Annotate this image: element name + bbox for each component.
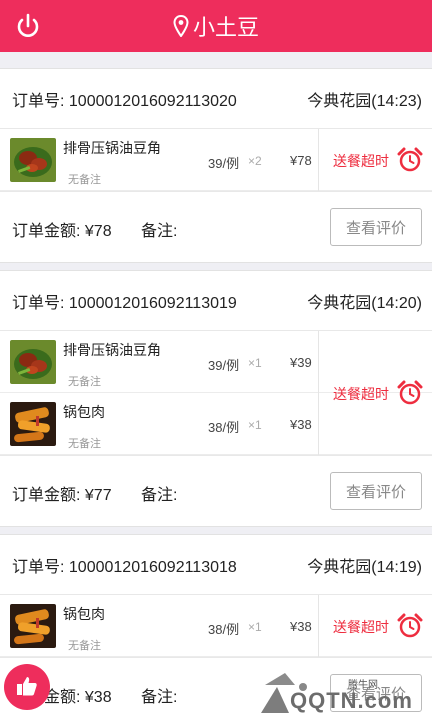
alarm-clock-icon	[397, 147, 423, 172]
dish-photo	[10, 138, 56, 182]
view-review-button[interactable]: 查看评价	[330, 208, 422, 246]
dish-name: 锅包肉	[63, 606, 105, 622]
dish-photo	[10, 402, 56, 446]
thumbs-up-icon	[17, 677, 37, 696]
alarm-clock-icon	[397, 380, 423, 405]
status-badge: 送餐超时	[333, 619, 389, 635]
watermark-domain: QQTN.com	[290, 688, 413, 713]
dish-note: 无备注	[68, 640, 101, 652]
order-footer: 订单金额: ¥77 备注: 查看评价	[0, 456, 432, 526]
order-header: 订单号: 1000012016092113018 今典花园(14:19)	[0, 535, 432, 595]
dish-name: 排骨压锅油豆角	[63, 140, 161, 156]
delivery-location: 今典花园(14:20)	[307, 294, 422, 312]
dish-name: 排骨压锅油豆角	[63, 342, 161, 358]
dish-price: 39/例	[208, 358, 240, 373]
delivery-location: 今典花园(14:23)	[307, 92, 422, 110]
divider	[318, 595, 319, 657]
dish-subtotal: ¥78	[290, 153, 312, 168]
dish-subtotal: ¥38	[290, 417, 312, 432]
total-amount: ¥38	[84, 689, 112, 706]
order-number-label: 订单号:	[12, 92, 65, 110]
order-items: 锅包肉 无备注 38/例 ×1 ¥38 送餐超时	[0, 595, 432, 658]
total-amount: ¥78	[84, 223, 112, 240]
dish-price: 38/例	[208, 622, 240, 637]
order-footer: 订单金额: ¥78 备注: 查看评价	[0, 192, 432, 262]
order-number-label: 订单号:	[12, 294, 65, 312]
dish-note: 无备注	[68, 376, 101, 388]
header-title-group[interactable]: 小土豆	[0, 0, 432, 52]
app-header: 小土豆	[0, 0, 432, 52]
remark-label: 备注:	[141, 689, 178, 706]
dish-note: 无备注	[68, 174, 101, 186]
dish-price: 39/例	[208, 156, 240, 171]
dish-quantity: ×2	[248, 154, 262, 168]
dish-quantity: ×1	[248, 620, 262, 634]
order-number: 1000012016092113019	[68, 294, 237, 312]
order-card: 订单号: 1000012016092113019 今典花园(14:20) 排骨压…	[0, 270, 432, 527]
dish-subtotal: ¥38	[290, 619, 312, 634]
location-pin-icon	[173, 15, 189, 37]
order-number-label: 订单号:	[12, 558, 65, 576]
status-badge: 送餐超时	[333, 153, 389, 169]
alarm-clock-icon	[397, 613, 423, 638]
delivery-location: 今典花园(14:19)	[307, 558, 422, 576]
order-header: 订单号: 1000012016092113019 今典花园(14:20)	[0, 271, 432, 331]
dish-quantity: ×1	[248, 418, 262, 432]
order-number: 1000012016092113018	[68, 558, 237, 576]
dish-price: 38/例	[208, 420, 240, 435]
dish-subtotal: ¥39	[290, 355, 312, 370]
status-badge: 送餐超时	[333, 386, 389, 402]
dish-photo	[10, 340, 56, 384]
store-name: 小土豆	[192, 15, 259, 40]
dish-quantity: ×1	[248, 356, 262, 370]
view-review-button[interactable]: 查看评价	[330, 472, 422, 510]
divider	[318, 331, 319, 455]
total-label: 订单金额:	[12, 487, 81, 504]
dish-note: 无备注	[68, 438, 101, 450]
floating-like-button[interactable]	[4, 664, 50, 710]
order-items: 排骨压锅油豆角 无备注 39/例 ×2 ¥78 送餐超时	[0, 129, 432, 192]
remark-label: 备注:	[141, 223, 178, 240]
order-number: 1000012016092113020	[68, 92, 237, 110]
order-card: 订单号: 1000012016092113020 今典花园(14:23) 排骨压…	[0, 68, 432, 263]
remark-label: 备注:	[141, 487, 178, 504]
total-amount: ¥77	[84, 487, 112, 504]
order-header: 订单号: 1000012016092113020 今典花园(14:23)	[0, 69, 432, 129]
dish-photo	[10, 604, 56, 648]
total-label: 订单金额:	[12, 223, 81, 240]
divider	[318, 129, 319, 191]
dish-name: 锅包肉	[63, 404, 105, 420]
order-items: 排骨压锅油豆角 无备注 39/例 ×1 ¥39 锅包肉 无备注 38/例 ×1 …	[0, 331, 432, 456]
